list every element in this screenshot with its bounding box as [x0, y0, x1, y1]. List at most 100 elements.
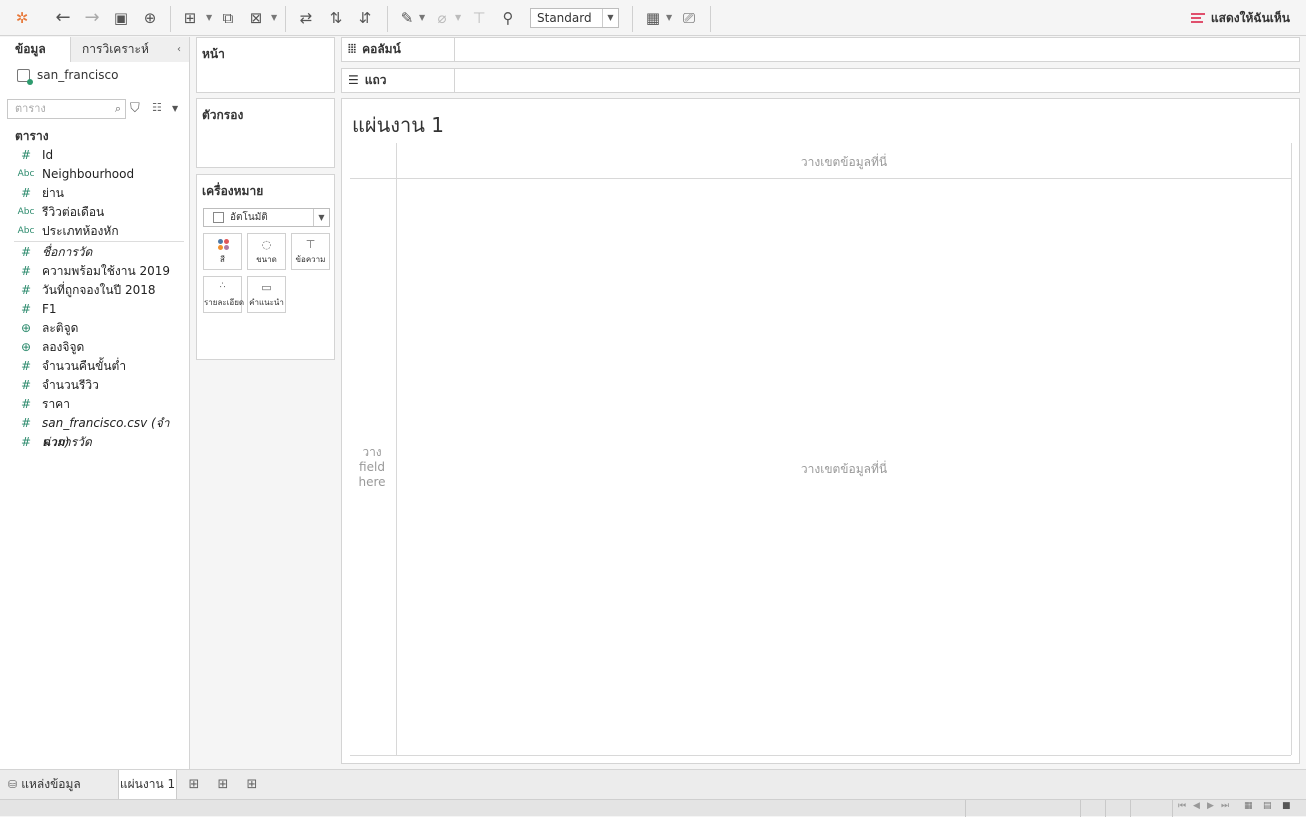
clear-sheet-icon[interactable]: ⊠ [246, 8, 266, 28]
sort-descending-icon[interactable]: ⇵ [355, 8, 375, 28]
rows-shelf[interactable]: ☰ แถว [341, 68, 1300, 93]
pages-card[interactable]: หน้า [196, 37, 335, 93]
field-item[interactable]: Abc ประเภทห้องหัก [0, 222, 189, 241]
group-icon[interactable]: ⌀ [432, 8, 452, 28]
filters-card[interactable]: ตัวกรอง [196, 98, 335, 168]
globe-icon: ⊕ [20, 321, 32, 335]
measure-item[interactable]: ⊕ ลองจิจูด [0, 338, 189, 357]
tabs-view-icon[interactable]: ■ [1282, 801, 1291, 811]
show-me-button[interactable]: แสดงให้ฉันเห็น [1190, 9, 1290, 28]
chevron-down-icon[interactable]: ▼ [206, 13, 212, 22]
mark-type-dropdown[interactable]: อัตโนมัติ ▼ [203, 208, 330, 227]
new-datasource-icon[interactable]: ⊕ [140, 8, 160, 28]
measure-item[interactable]: ⊕ ละติจูด [0, 319, 189, 338]
size-button[interactable]: ◌ ขนาด [247, 233, 286, 270]
chevron-down-icon[interactable]: ▼ [666, 13, 672, 22]
tableau-logo-icon[interactable]: ✲ [12, 8, 32, 28]
tab-analysis[interactable]: การวิเคราะห์ ‹ [71, 37, 189, 62]
globe-icon: ⊕ [20, 340, 32, 354]
status-bar: ⏮ ◀ ▶ ⏭ ▦ ▤ ■ [0, 799, 1306, 817]
drop-field-top[interactable]: วางเขตข้อมูลที่นี่ [397, 153, 1291, 172]
measure-item[interactable]: # ชื่อการวัด [0, 243, 189, 262]
next-sheet-icon[interactable]: ▶ [1207, 801, 1214, 811]
swap-icon[interactable]: ⇄ [296, 8, 316, 28]
sheet-sorter-icon[interactable]: ▦ [1244, 801, 1253, 811]
text-label: ข้อความ [295, 255, 326, 264]
chevron-down-icon[interactable]: ▼ [602, 9, 618, 27]
tooltip-icon: ▭ [261, 281, 272, 294]
text-icon: ⊤ [305, 238, 316, 251]
columns-icon: ⦙⦙⦙ [348, 42, 357, 56]
sheet-title[interactable]: แผ่นงาน 1 [352, 109, 444, 141]
detail-button[interactable]: ∴ รายละเอียด [203, 276, 244, 313]
tab-analysis-label: การวิเคราะห์ [82, 42, 149, 56]
drop-field-center[interactable]: วางเขตข้อมูลที่นี่ [397, 460, 1291, 479]
first-sheet-icon[interactable]: ⏮ [1178, 801, 1186, 811]
sheet-tabs-bar: ⛁ แหล่งข้อมูล แผ่นงาน 1 ⊞ ⊞ ⊞ [0, 769, 1306, 799]
drop-field-left[interactable]: วาง field here [354, 445, 390, 490]
view-list-icon[interactable]: ☷ [152, 101, 162, 114]
chevron-down-icon[interactable]: ▼ [455, 13, 461, 22]
show-cards-icon[interactable]: ▦ [643, 8, 663, 28]
string-icon: Abc [17, 226, 35, 236]
redo-icon[interactable]: → [82, 8, 102, 28]
measure-item[interactable]: # ความพร้อมใช้งาน 2019 [0, 262, 189, 281]
field-label: จำนวนคืนขั้นต่ำ [42, 359, 127, 373]
tab-datasource-label: แหล่งข้อมูล [21, 777, 81, 791]
toolbar-separator [285, 6, 286, 32]
divider [350, 755, 1291, 756]
field-label: ประเภทห้องหัก [42, 224, 119, 238]
tab-datasource[interactable]: ⛁ แหล่งข้อมูล [8, 770, 81, 799]
measure-item[interactable]: # ค่าการวัด [0, 433, 189, 452]
pin-icon[interactable]: ⚲ [498, 8, 518, 28]
field-label: Neighbourhood [42, 167, 135, 181]
measure-item[interactable]: # ราคา [0, 395, 189, 414]
presentation-icon[interactable]: ⎚ [679, 8, 699, 28]
new-story-icon[interactable]: ⊞ [241, 774, 263, 796]
filter-icon[interactable]: ⛉ [130, 101, 140, 116]
filmstrip-icon[interactable]: ▤ [1263, 801, 1272, 811]
highlight-icon[interactable]: ✎ [397, 8, 417, 28]
label-icon[interactable]: ⊤ [469, 8, 489, 28]
datasource-icon [17, 68, 33, 85]
color-button[interactable]: สี [203, 233, 242, 270]
divider [1291, 143, 1292, 755]
prev-sheet-icon[interactable]: ◀ [1193, 801, 1200, 811]
undo-icon[interactable]: ← [53, 8, 73, 28]
measure-item[interactable]: # จำนวนรีวิว [0, 376, 189, 395]
tooltip-label: คำแนะนำ [249, 298, 284, 307]
sort-ascending-icon[interactable]: ⇅ [326, 8, 346, 28]
measure-item[interactable]: # san_francisco.csv (จำนวม) [0, 414, 189, 449]
field-item[interactable]: # Id [0, 146, 189, 165]
divider [1130, 800, 1131, 817]
fit-dropdown[interactable]: Standard ▼ [530, 8, 619, 28]
tooltip-button[interactable]: ▭ คำแนะนำ [247, 276, 286, 313]
columns-shelf[interactable]: ⦙⦙⦙ คอลัมน์ [341, 37, 1300, 62]
measure-item[interactable]: # จำนวนคืนขั้นต่ำ [0, 357, 189, 376]
chevron-down-icon[interactable]: ▼ [419, 13, 425, 22]
worksheet-canvas: แผ่นงาน 1 วางเขตข้อมูลที่นี่ วางเขตข้อมู… [341, 98, 1300, 764]
tab-sheet1[interactable]: แผ่นงาน 1 [118, 770, 177, 799]
field-item[interactable]: Abc Neighbourhood [0, 165, 189, 184]
show-me-label: แสดงให้ฉันเห็น [1210, 11, 1290, 25]
datasource-item[interactable]: san_francisco [17, 68, 118, 85]
text-button[interactable]: ⊤ ข้อความ [291, 233, 330, 270]
chevron-down-icon[interactable]: ▼ [271, 13, 277, 22]
new-dashboard-icon[interactable]: ⊞ [212, 774, 234, 796]
tab-data[interactable]: ข้อมูล [0, 37, 71, 62]
measure-item[interactable]: # F1 [0, 300, 189, 319]
save-icon[interactable]: ▣ [111, 8, 131, 28]
chevron-down-icon[interactable]: ▼ [172, 104, 178, 113]
measure-item[interactable]: # วันที่ถูกจองในปี 2018 [0, 281, 189, 300]
search-icon: ⌕ [114, 102, 121, 115]
new-worksheet-icon[interactable]: ⊞ [180, 8, 200, 28]
collapse-pane-icon[interactable]: ‹ [177, 37, 181, 62]
marks-card: เครื่องหมาย อัตโนมัติ ▼ สี ◌ ขนาด ⊤ ข้อค… [196, 174, 335, 360]
field-item[interactable]: Abc รีวิวต่อเดือน [0, 203, 189, 222]
chevron-down-icon[interactable]: ▼ [313, 209, 329, 226]
duplicate-icon[interactable]: ⧉ [218, 8, 238, 28]
field-item[interactable]: # ย่าน [0, 184, 189, 203]
last-sheet-icon[interactable]: ⏭ [1221, 801, 1229, 811]
search-input[interactable]: ตาราง ⌕ [7, 99, 126, 119]
new-worksheet-icon[interactable]: ⊞ [183, 774, 205, 796]
